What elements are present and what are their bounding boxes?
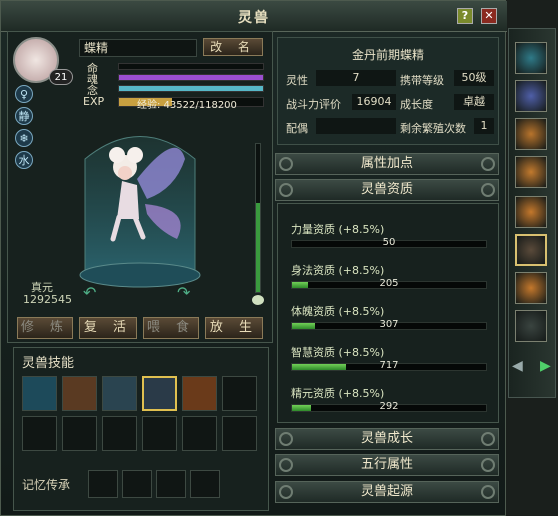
rotate-left-icon[interactable]: ↶ [83,283,96,302]
zhenyuan-value: 1292545 [23,293,72,306]
skills-panel: 灵兽技能 记忆传承 [13,347,269,511]
pet-info-panel: 金丹前期蝶精 灵性 7 携带等级 50级 战斗力评价 16904 成长度 卓越 … [277,37,499,145]
memory-slot-3[interactable] [156,470,186,498]
zhenyuan-gauge [255,143,261,293]
skill-slot-1[interactable] [22,376,57,411]
skill-slot-5[interactable] [182,376,217,411]
pet-list-item-3[interactable] [515,118,547,150]
attr-points-header[interactable]: 属性加点 [275,153,499,175]
exp-label: EXP [83,95,105,108]
pet-list-item-6[interactable] [515,234,547,266]
gauge-knob-icon [252,295,264,305]
pet-list-item-5[interactable] [515,196,547,228]
pet-list-item-1[interactable] [515,42,547,74]
pet-list-item-7[interactable] [515,272,547,304]
aptitude-header[interactable]: 灵兽资质 [275,179,499,201]
gender-icon: ♀ [15,85,33,103]
skill-slot-10[interactable] [142,416,177,451]
carry-level-label: 携带等级 [400,74,444,87]
help-button[interactable]: ? [457,8,473,24]
feed-button[interactable]: 喂 食 [143,317,199,339]
aptitude-label-strength: 力量资质 (+8.5%) [291,223,385,236]
revive-button[interactable]: 复 活 [79,317,137,339]
breed-count-label: 剩余繁殖次数 [400,122,466,135]
aptitude-label-agility: 身法资质 (+8.5%) [291,264,385,277]
memory-slot-2[interactable] [122,470,152,498]
aptitude-value-physique: 307 [379,319,399,330]
carry-level-value: 50级 [454,70,494,86]
soul-bar [118,74,264,81]
zhenyuan-gauge-fill [256,203,260,292]
mind-bar-fill [119,86,263,91]
realm-title: 金丹前期蝶精 [351,48,424,62]
elements-header[interactable]: 五行属性 [275,454,499,476]
aptitude-value-wisdom: 717 [379,360,399,371]
breed-count-value: 1 [474,118,494,134]
release-button[interactable]: 放 生 [205,317,263,339]
skills-title: 灵兽技能 [22,356,75,371]
water-element-icon: 水 [15,151,33,169]
aptitude-label-wisdom: 智慧资质 (+8.5%) [291,346,385,359]
calm-icon: 静 [15,107,33,125]
skill-slot-4[interactable] [142,376,177,411]
pet-model[interactable] [67,119,213,289]
skill-slot-2[interactable] [62,376,97,411]
skill-slot-3[interactable] [102,376,137,411]
close-button[interactable]: ✕ [481,8,497,24]
growth-value: 卓越 [454,94,494,110]
pet-list-item-8[interactable] [515,310,547,342]
skill-slot-8[interactable] [62,416,97,451]
skill-slot-7[interactable] [22,416,57,451]
soul-bar-fill [119,75,263,80]
pet-display-capsule [67,119,213,289]
growth-header[interactable]: 灵兽成长 [275,428,499,450]
window-title: 灵兽 [238,10,270,26]
skill-slot-11[interactable] [182,416,217,451]
memory-slot-1[interactable] [88,470,118,498]
pet-name-field: 蝶精 [79,39,197,57]
ice-icon: ❄ [15,129,33,147]
aptitude-value-agility: 205 [379,278,399,289]
exp-text: 经验: 43522/118200 [137,100,237,111]
aptitude-label-physique: 体魄资质 (+8.5%) [291,305,385,318]
pet-list-item-2[interactable] [515,80,547,112]
origin-header[interactable]: 灵兽起源 [275,481,499,503]
skill-slot-12[interactable] [222,416,257,451]
aptitude-value-strength: 50 [382,237,396,248]
skill-slot-9[interactable] [102,416,137,451]
power-value: 16904 [352,94,396,110]
hp-bar [118,63,264,70]
scroll-right-icon[interactable]: ▶ [540,358,551,374]
growth-label: 成长度 [400,98,433,111]
memory-slot-4[interactable] [190,470,220,498]
pet-list-item-4[interactable] [515,156,547,188]
scroll-left-icon[interactable]: ◀ [512,358,523,374]
aptitude-label-essence: 精元资质 (+8.5%) [291,387,385,400]
pet-window: 灵兽 ? ✕ 21 蝶精 改 名 命 魂 念 EXP 经验: 43522/118… [0,0,507,516]
pet-level-badge: 21 [49,69,73,85]
memory-label: 记忆传承 [22,478,71,492]
rotate-right-icon[interactable]: ↷ [177,283,190,302]
mind-bar [118,85,264,92]
power-label: 战斗力评价 [286,98,341,111]
title-bar[interactable]: 灵兽 ? ✕ [1,1,507,32]
rename-button[interactable]: 改 名 [203,38,263,56]
spirit-label: 灵性 [286,74,308,87]
spirit-value: 7 [316,70,396,86]
mate-label: 配偶 [286,122,308,135]
skill-slot-6[interactable] [222,376,257,411]
aptitude-value-essence: 292 [379,401,399,412]
mate-value [316,118,396,134]
train-button[interactable]: 修 炼 [17,317,73,339]
